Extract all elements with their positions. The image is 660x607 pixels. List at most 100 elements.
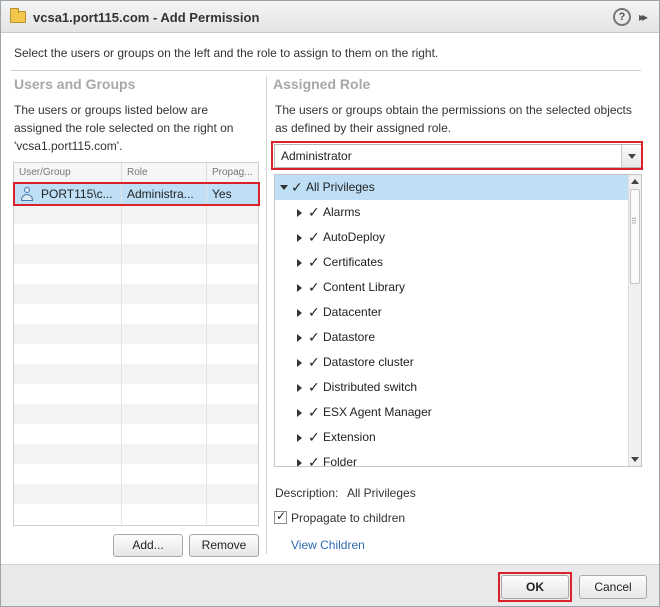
add-permission-dialog: vcsa1.port115.com - Add Permission ? ▸▸ … xyxy=(0,0,660,607)
expand-arrow-icon[interactable] xyxy=(297,234,302,242)
column-header-user-group[interactable]: User/Group xyxy=(14,163,121,183)
add-button[interactable]: Add... xyxy=(113,534,183,557)
table-row-empty xyxy=(14,504,258,524)
propagate-checkbox[interactable] xyxy=(274,509,287,524)
tree-item-label: ESX Agent Manager xyxy=(323,405,432,419)
check-icon: ✓ xyxy=(308,229,320,245)
folder-icon xyxy=(10,8,26,23)
users-groups-grid: User/Group Role Propag... PORT115\c... A… xyxy=(13,162,259,526)
check-icon: ✓ xyxy=(308,454,320,467)
grid-header: User/Group Role Propag... xyxy=(14,163,258,183)
check-icon: ✓ xyxy=(291,179,303,195)
privileges-tree: ✓ All Privileges ✓ Alarms ✓ AutoDeploy ✓ Cert… xyxy=(274,174,642,467)
tree-item[interactable]: ✓ ESX Agent Manager xyxy=(275,400,629,425)
remove-button[interactable]: Remove xyxy=(189,534,259,557)
collapse-arrow-icon[interactable] xyxy=(280,185,288,190)
expand-arrow-icon[interactable] xyxy=(297,209,302,217)
table-row-empty xyxy=(14,224,258,244)
description-label: Description: xyxy=(275,486,339,500)
table-row-empty xyxy=(14,324,258,344)
tree-item[interactable]: ✓ Extension xyxy=(275,425,629,450)
view-children-link[interactable]: View Children xyxy=(291,538,365,552)
grip-icon: ⠿ xyxy=(631,217,637,226)
propagate-label[interactable]: Propagate to children xyxy=(291,511,405,525)
expand-icon[interactable]: ▸▸ xyxy=(639,8,648,26)
table-row-empty xyxy=(14,204,258,224)
tree-item[interactable]: ✓ Alarms xyxy=(275,200,629,225)
expand-arrow-icon[interactable] xyxy=(297,334,302,342)
column-header-propagate[interactable]: Propag... xyxy=(206,163,258,183)
expand-arrow-icon[interactable] xyxy=(297,409,302,417)
table-row-empty xyxy=(14,244,258,264)
tree-item-label: All Privileges xyxy=(306,180,375,194)
table-row-empty xyxy=(14,284,258,304)
tree-item-label: Folder xyxy=(323,455,358,467)
expand-arrow-icon[interactable] xyxy=(297,434,302,442)
users-groups-description: The users or groups listed below are ass… xyxy=(14,103,234,153)
table-row-empty xyxy=(14,404,258,424)
tree-item[interactable]: ✓ AutoDeploy xyxy=(275,225,629,250)
check-icon: ✓ xyxy=(308,204,320,220)
table-row-empty xyxy=(14,424,258,444)
tree-item[interactable]: ✓ Datacenter xyxy=(275,300,629,325)
expand-arrow-icon[interactable] xyxy=(297,359,302,367)
tree-item[interactable]: ✓ Distributed switch xyxy=(275,375,629,400)
tree-item-label: Distributed switch xyxy=(323,380,418,394)
tree-item[interactable]: ✓ Datastore xyxy=(275,325,629,350)
tree-item-label: Datastore xyxy=(323,330,376,344)
annotation-highlight-role xyxy=(271,141,643,170)
column-divider xyxy=(266,76,267,554)
cancel-button[interactable]: Cancel xyxy=(579,575,647,599)
divider xyxy=(11,70,641,71)
table-row-empty xyxy=(14,484,258,504)
tree-item-label: Datacenter xyxy=(323,305,382,319)
users-groups-title: Users and Groups xyxy=(14,76,136,92)
table-row-empty xyxy=(14,264,258,284)
expand-arrow-icon[interactable] xyxy=(297,459,302,466)
tree-item-all-privileges[interactable]: ✓ All Privileges xyxy=(275,175,629,200)
table-row-empty xyxy=(14,444,258,464)
tree-item[interactable]: ✓ Folder xyxy=(275,450,629,467)
check-icon: ✓ xyxy=(308,304,320,320)
expand-arrow-icon[interactable] xyxy=(297,384,302,392)
title-bar: vcsa1.port115.com - Add Permission ? ▸▸ xyxy=(1,1,659,33)
check-icon: ✓ xyxy=(308,279,320,295)
table-row-empty xyxy=(14,384,258,404)
assigned-role-description: The users or groups obtain the permissio… xyxy=(275,103,632,135)
table-row-empty xyxy=(14,364,258,384)
check-icon: ✓ xyxy=(308,329,320,345)
annotation-highlight-ok xyxy=(498,572,572,602)
expand-arrow-icon[interactable] xyxy=(297,284,302,292)
expand-arrow-icon[interactable] xyxy=(297,259,302,267)
scroll-up-icon[interactable] xyxy=(631,179,639,184)
tree-item[interactable]: ✓ Datastore cluster xyxy=(275,350,629,375)
expand-arrow-icon[interactable] xyxy=(297,309,302,317)
check-icon: ✓ xyxy=(308,429,320,445)
table-row-empty xyxy=(14,464,258,484)
tree-item-label: Content Library xyxy=(323,280,406,294)
table-row-empty xyxy=(14,304,258,324)
dialog-title: vcsa1.port115.com - Add Permission xyxy=(33,10,260,25)
column-header-role[interactable]: Role xyxy=(121,163,206,183)
scroll-thumb[interactable] xyxy=(630,189,640,284)
description-value: All Privileges xyxy=(347,486,416,500)
intro-text: Select the users or groups on the left a… xyxy=(14,46,439,60)
tree-item[interactable]: ✓ Content Library xyxy=(275,275,629,300)
check-icon: ✓ xyxy=(308,254,320,270)
check-icon: ✓ xyxy=(308,354,320,370)
tree-item-label: Alarms xyxy=(323,205,361,219)
tree-scrollbar[interactable]: ⠿ xyxy=(628,175,641,466)
scroll-down-icon[interactable] xyxy=(631,457,639,462)
grid-rows: PORT115\c... Administra... Yes xyxy=(14,184,258,524)
annotation-highlight-row xyxy=(13,182,260,206)
help-icon[interactable]: ? xyxy=(613,8,631,26)
assigned-role-title: Assigned Role xyxy=(273,76,371,92)
tree-item[interactable]: ✓ Certificates xyxy=(275,250,629,275)
check-icon: ✓ xyxy=(308,379,320,395)
tree-item-label: Certificates xyxy=(323,255,384,269)
tree-item-label: Datastore cluster xyxy=(323,355,414,369)
check-icon: ✓ xyxy=(308,404,320,420)
table-row-empty xyxy=(14,344,258,364)
tree-item-label: Extension xyxy=(323,430,376,444)
tree-rows: ✓ All Privileges ✓ Alarms ✓ AutoDeploy ✓ Cert… xyxy=(275,175,629,467)
